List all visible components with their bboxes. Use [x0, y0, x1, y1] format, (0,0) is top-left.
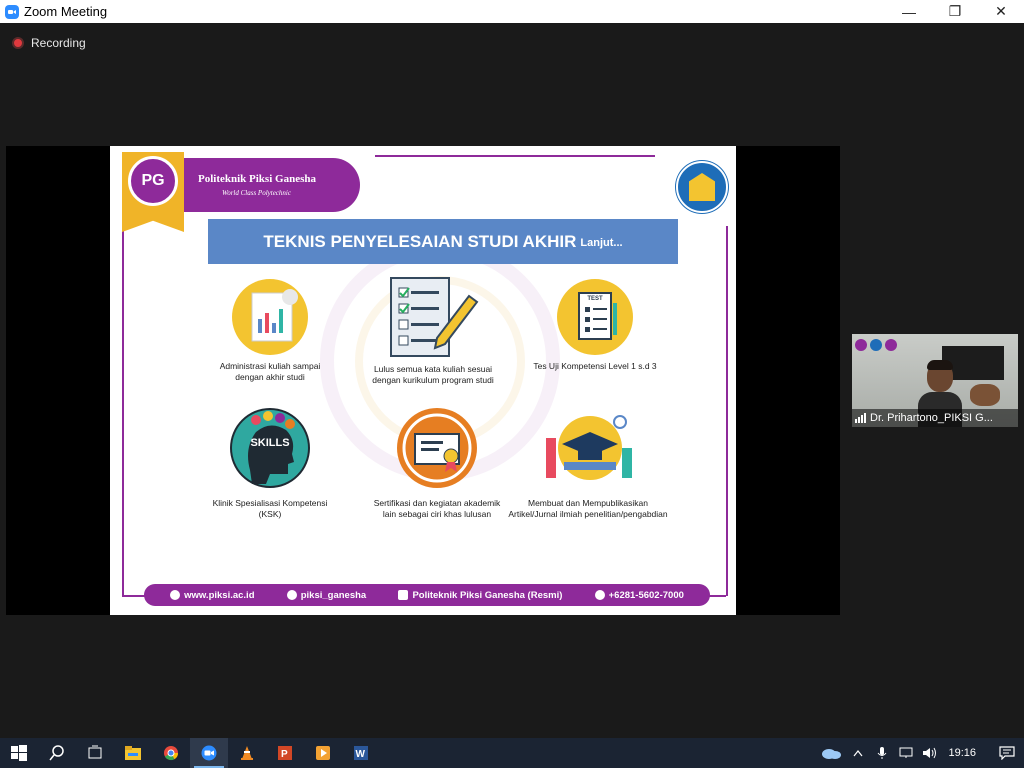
recording-label: Recording [31, 36, 86, 50]
zoom-app-icon [5, 4, 19, 19]
item-caption: Sertifikasi dan kegiatan akademik lain s… [373, 498, 501, 519]
recording-indicator[interactable]: Recording [12, 36, 86, 50]
volume-icon[interactable] [918, 738, 942, 768]
chevron-up-icon[interactable] [846, 738, 870, 768]
footer-instagram: piksi_ganesha [286, 589, 367, 601]
item-caption: Administrasi kuliah sampai dengan akhir … [219, 361, 321, 382]
slide-frame-left [122, 226, 124, 596]
tut-wuri-handayani-logo [676, 161, 728, 213]
phone-text: +6281-5602-7000 [608, 589, 684, 601]
item-klinik-spesialisasi: SKILLS Klinik Spesialisasi Kompetensi (K… [205, 408, 335, 520]
participant-namebar: Dr. Prihartono_PIKSI G... [852, 409, 1018, 427]
file-explorer-icon[interactable] [114, 738, 152, 768]
footer-website: www.piksi.ac.id [170, 589, 255, 601]
test-clipboard-icon: TEST [557, 279, 633, 355]
test-label: TEST [587, 296, 603, 302]
facebook-text: Politeknik Piksi Ganesha (Resmi) [412, 589, 563, 601]
footer-phone: +6281-5602-7000 [594, 589, 684, 601]
network-icon[interactable] [894, 738, 918, 768]
document-chart-icon [232, 279, 308, 355]
participant-name: Dr. Prihartono_PIKSI G... [870, 412, 993, 424]
item-administrasi: Administrasi kuliah sampai dengan akhir … [205, 279, 335, 383]
heading-text: TEKNIS PENYELESAIAN STUDI AKHIR [263, 231, 577, 251]
brand-name: Politeknik Piksi Ganesha [198, 173, 316, 185]
participant-video-tile[interactable]: Dr. Prihartono_PIKSI G... [852, 334, 1018, 427]
system-tray: 19:16 [816, 738, 1024, 768]
item-tes-uji-kompetensi: TEST Tes Uji Kompetensi Level 1 s.d 3 [530, 279, 660, 372]
brand-tagline: World Class Polytechnic [222, 189, 291, 197]
item-caption: Tes Uji Kompetensi Level 1 s.d 3 [533, 361, 657, 371]
heading-suffix: Lanjut... [580, 237, 623, 249]
search-icon[interactable] [38, 738, 76, 768]
slide-frame-top [375, 155, 655, 157]
powerpoint-icon[interactable]: P [266, 738, 304, 768]
recording-dot-icon [12, 37, 24, 49]
media-player-icon[interactable] [304, 738, 342, 768]
brand-banner [180, 158, 360, 212]
item-lulus-mata-kuliah: Lulus semua kata kuliah sesuai dengan ku… [368, 276, 498, 386]
zoom-icon[interactable] [190, 738, 228, 768]
screen-share-view[interactable]: PG Politeknik Piksi Ganesha World Class … [6, 146, 840, 615]
slide-frame-right [726, 226, 728, 596]
slide-heading: TEKNIS PENYELESAIAN STUDI AKHIR Lanjut..… [208, 219, 678, 264]
video-logos [855, 339, 903, 353]
item-sertifikasi: Sertifikasi dan kegiatan akademik lain s… [372, 408, 502, 520]
globe-icon [170, 590, 181, 600]
restore-icon: ❐ [948, 3, 962, 19]
slide-footer: www.piksi.ac.id piksi_ganesha Politeknik… [144, 584, 710, 606]
whatsapp-icon [594, 590, 605, 600]
maximize-button[interactable]: ❐ [932, 0, 978, 23]
close-button[interactable]: ✕ [978, 0, 1024, 23]
checklist-pencil-icon [387, 276, 479, 358]
signal-strength-icon [855, 413, 866, 423]
piksi-logo: PG [128, 156, 178, 206]
skills-head-icon: SKILLS [230, 408, 310, 488]
item-caption: Klinik Spesialisasi Kompetensi (KSK) [212, 498, 328, 519]
svg-text:W: W [356, 749, 366, 760]
microphone-icon[interactable] [870, 738, 894, 768]
meeting-area: Recording PG Politeknik Piksi Ganesha Wo… [0, 23, 1024, 738]
facebook-icon [398, 590, 409, 600]
windows-taskbar: P W 19:16 [0, 738, 1024, 768]
word-icon[interactable]: W [342, 738, 380, 768]
minimize-button[interactable]: — [886, 0, 932, 23]
item-caption: Lulus semua kata kuliah sesuai dengan ku… [372, 364, 494, 385]
vlc-icon[interactable] [228, 738, 266, 768]
instagram-text: piksi_ganesha [300, 589, 367, 601]
taskbar-clock[interactable]: 19:16 [948, 747, 976, 759]
graduation-books-icon [540, 408, 636, 488]
minimize-icon: — [902, 3, 916, 20]
svg-text:P: P [281, 749, 288, 760]
footer-facebook: Politeknik Piksi Ganesha (Resmi) [398, 590, 562, 601]
windows-start-icon[interactable] [0, 738, 38, 768]
chrome-icon[interactable] [152, 738, 190, 768]
presentation-slide: PG Politeknik Piksi Ganesha World Class … [110, 146, 736, 615]
item-publikasi-artikel: Membuat dan Mempublikasikan Artikel/Jurn… [508, 408, 668, 520]
certificate-icon [397, 408, 477, 488]
website-text: www.piksi.ac.id [184, 589, 255, 601]
skills-text: SKILLS [250, 437, 290, 449]
window-titlebar: Zoom Meeting — ❐ ✕ [0, 0, 1024, 23]
notification-center-icon[interactable] [990, 738, 1024, 768]
task-view-icon[interactable] [76, 738, 114, 768]
window-title: Zoom Meeting [24, 4, 108, 19]
onedrive-icon[interactable] [816, 738, 846, 768]
instagram-icon [286, 590, 297, 600]
close-icon: ✕ [995, 3, 1007, 19]
item-caption: Membuat dan Mempublikasikan Artikel/Jurn… [508, 498, 668, 519]
